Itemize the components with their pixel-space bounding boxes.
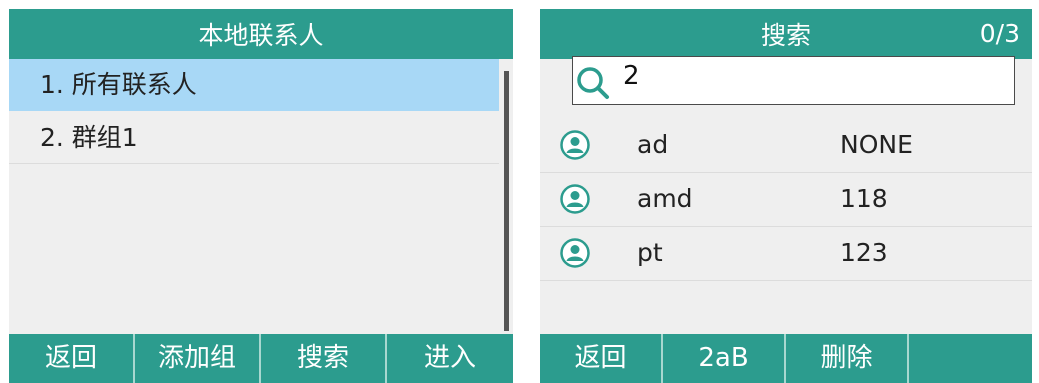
title-bar: 搜索 <box>540 9 1032 59</box>
menu-item-label: 1. 所有联系人 <box>40 70 197 99</box>
screen-title: 搜索 <box>760 21 811 50</box>
local-contacts-screen: 本地联系人 1. 所有联系人 2. 群组1 返回 添加组 搜索 进入 <box>9 9 513 383</box>
contact-row[interactable]: ad NONE <box>540 118 1032 173</box>
contact-icon <box>560 184 590 214</box>
contact-row[interactable]: amd 118 <box>540 172 1032 227</box>
search-screen: 搜索 0/3 2 ad NONE amd 118 pt 123 返回 2aB 删… <box>540 9 1032 383</box>
menu-item-all-contacts[interactable]: 1. 所有联系人 <box>9 59 499 111</box>
back-softkey[interactable]: 返回 <box>540 334 663 383</box>
search-input[interactable]: 2 <box>572 56 1015 105</box>
title-bar: 本地联系人 <box>9 9 513 59</box>
contact-row[interactable]: pt 123 <box>540 226 1032 281</box>
search-icon <box>577 67 609 99</box>
contact-number: 118 <box>840 184 888 213</box>
softkey-bar: 返回 2aB 删除 <box>540 334 1032 383</box>
contact-number: 123 <box>840 238 888 267</box>
contact-name: ad <box>637 130 669 159</box>
add-group-softkey[interactable]: 添加组 <box>135 334 261 383</box>
softkey-bar: 返回 添加组 搜索 进入 <box>9 334 513 383</box>
screen-title: 本地联系人 <box>198 21 324 50</box>
contact-number: NONE <box>840 130 913 159</box>
contact-name: pt <box>637 238 663 267</box>
menu-item-group-1[interactable]: 2. 群组1 <box>9 112 499 164</box>
search-value: 2 <box>623 61 640 91</box>
scrollbar[interactable] <box>504 71 509 331</box>
input-mode-softkey[interactable]: 2aB <box>663 334 786 383</box>
delete-softkey[interactable]: 删除 <box>786 334 909 383</box>
menu-item-label: 2. 群组1 <box>40 123 138 152</box>
empty-softkey <box>909 334 1032 383</box>
enter-softkey[interactable]: 进入 <box>387 334 513 383</box>
contact-icon <box>560 130 590 160</box>
result-count: 0/3 <box>979 19 1020 48</box>
contact-icon <box>560 238 590 268</box>
search-softkey[interactable]: 搜索 <box>261 334 387 383</box>
contact-name: amd <box>637 184 693 213</box>
back-softkey[interactable]: 返回 <box>9 334 135 383</box>
